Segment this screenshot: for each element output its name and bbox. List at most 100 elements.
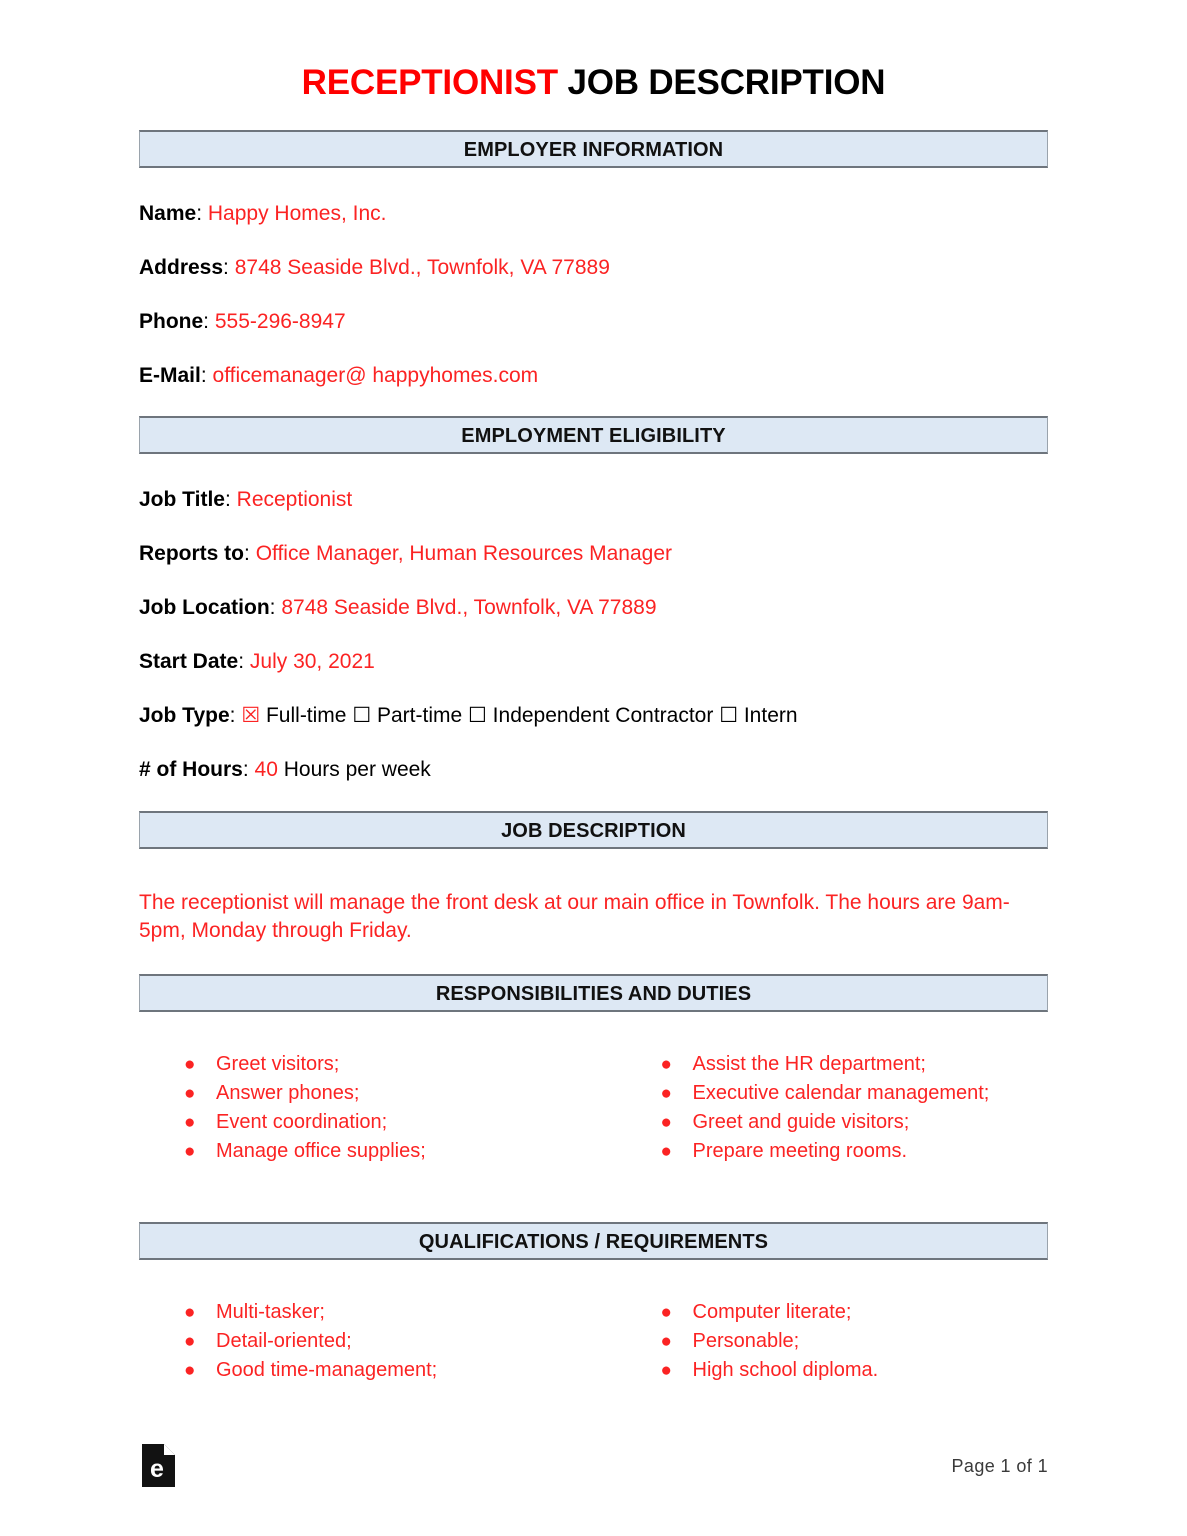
qualification-item-text: High school diploma. — [692, 1359, 879, 1382]
bullet-icon: ● — [184, 1112, 196, 1134]
colon: : — [203, 310, 210, 333]
field-hours: # of Hours: 40 Hours per week — [139, 758, 1048, 782]
job-type-checkbox-part-time[interactable]: ☐ — [352, 704, 371, 727]
document-page: RECEPTIONIST JOB DESCRIPTION EMPLOYER IN… — [0, 0, 1187, 1536]
responsibility-item-text: Prepare meeting rooms. — [692, 1140, 908, 1163]
bullet-icon: ● — [660, 1054, 672, 1076]
qualification-item: ● Detail-oriented; — [184, 1327, 594, 1356]
bullet-icon: ● — [184, 1083, 196, 1105]
bullet-icon: ● — [184, 1302, 196, 1324]
responsibility-item-text: Manage office supplies; — [216, 1140, 426, 1163]
responsibility-item: ● Manage office supplies; — [184, 1137, 594, 1166]
bullet-icon: ● — [184, 1054, 196, 1076]
job-type-option-group: ☒ Full-time ☐ Part-time ☐ Independent Co… — [241, 704, 797, 727]
field-hours-suffix: Hours per week — [283, 758, 431, 781]
section-header-qualifications: QUALIFICATIONS / REQUIREMENTS — [139, 1222, 1048, 1261]
qualifications-left-list: ● Multi-tasker; ● Detail-oriented; ● Good tim… — [139, 1298, 594, 1385]
qualifications-columns: ● Multi-tasker; ● Detail-oriented; ● Good tim… — [139, 1298, 1048, 1385]
responsibility-item: ● Answer phones; — [184, 1079, 594, 1108]
field-email: E-Mail: officemanager@ happyhomes.com — [139, 364, 1048, 388]
bullet-icon: ● — [660, 1360, 672, 1382]
page-footer: e Page 1 of 1 — [139, 1444, 1048, 1494]
bullet-icon: ● — [660, 1331, 672, 1353]
responsibility-item-text: Event coordination; — [216, 1111, 388, 1134]
colon: : — [269, 596, 276, 619]
bullet-icon: ● — [184, 1360, 196, 1382]
bullet-icon: ● — [660, 1302, 672, 1324]
responsibility-item: ● Greet and guide visitors; — [661, 1108, 1049, 1137]
responsibility-item-text: Greet visitors; — [216, 1053, 340, 1076]
field-reports-to-value: Office Manager, Human Resources Manager — [255, 542, 673, 565]
field-hours-label: # of Hours — [139, 758, 243, 781]
responsibility-item-text: Assist the HR department; — [692, 1053, 926, 1076]
bullet-icon: ● — [184, 1141, 196, 1163]
job-type-checkbox-intern[interactable]: ☐ — [719, 704, 738, 727]
field-hours-value: 40 — [254, 758, 278, 781]
responsibility-item-text: Answer phones; — [216, 1082, 360, 1105]
field-name: Name: Happy Homes, Inc. — [139, 202, 1048, 226]
job-type-checkbox-full-time[interactable]: ☒ — [241, 704, 260, 727]
colon: : — [238, 650, 245, 673]
colon: : — [200, 364, 207, 387]
field-job-location-value: 8748 Seaside Blvd., Townfolk, VA 77889 — [281, 596, 657, 619]
bullet-icon: ● — [660, 1083, 672, 1105]
qualification-item: ● Personable; — [661, 1327, 1049, 1356]
field-address-label: Address — [139, 256, 224, 279]
field-job-type-label: Job Type — [139, 704, 230, 727]
job-description-text: The receptionist will manage the front d… — [139, 891, 1010, 942]
qualification-item-text: Detail-oriented; — [216, 1330, 352, 1353]
qualification-item: ● Good time-management; — [184, 1356, 594, 1385]
field-address-value: 8748 Seaside Blvd., Townfolk, VA 77889 — [234, 256, 610, 279]
field-name-label: Name — [139, 202, 197, 225]
job-type-checkbox-independent-contractor[interactable]: ☐ — [468, 704, 487, 727]
qualification-item-text: Computer literate; — [692, 1301, 852, 1324]
job-type-label-part-time: Part-time — [371, 704, 463, 727]
field-job-title-label: Job Title — [139, 488, 225, 511]
field-start-date: Start Date: July 30, 2021 — [139, 650, 1048, 674]
responsibilities-right-list: ● Assist the HR department; ● Executive cal… — [594, 1050, 1049, 1166]
responsibility-item-text: Greet and guide visitors; — [692, 1111, 910, 1134]
field-job-location: Job Location: 8748 Seaside Blvd., Townfo… — [139, 596, 1048, 620]
field-reports-to: Reports to: Office Manager, Human Resour… — [139, 542, 1048, 566]
field-email-label: E-Mail — [139, 364, 201, 387]
field-reports-to-label: Reports to — [139, 542, 244, 565]
svg-text:e: e — [150, 1455, 164, 1483]
field-job-location-label: Job Location — [139, 596, 270, 619]
page-title: RECEPTIONIST JOB DESCRIPTION — [139, 0, 1048, 103]
colon: : — [196, 202, 203, 225]
job-type-label-intern: Intern — [738, 704, 798, 727]
colon: : — [242, 758, 249, 781]
responsibility-item: ● Prepare meeting rooms. — [661, 1137, 1049, 1166]
field-address: Address: 8748 Seaside Blvd., Townfolk, V… — [139, 256, 1048, 280]
section-header-responsibilities: RESPONSIBILITIES AND DUTIES — [139, 974, 1048, 1013]
page-title-highlight: RECEPTIONIST — [301, 63, 558, 102]
field-job-type: Job Type: ☒ Full-time ☐ Part-time ☐ Inde… — [139, 704, 1048, 728]
section-header-employment-eligibility: EMPLOYMENT ELIGIBILITY — [139, 416, 1048, 454]
responsibility-item: ● Greet visitors; — [184, 1050, 594, 1079]
field-email-value: officemanager@ happyhomes.com — [212, 364, 539, 387]
responsibility-item: ● Executive calendar management; — [661, 1079, 1049, 1108]
page-title-rest: JOB DESCRIPTION — [557, 63, 886, 102]
colon: : — [229, 704, 236, 727]
qualifications-right-list: ● Computer literate; ● Personable; ● High sch… — [594, 1298, 1049, 1385]
qualification-item: ● Computer literate; — [661, 1298, 1049, 1327]
bullet-icon: ● — [184, 1331, 196, 1353]
responsibilities-columns: ● Greet visitors; ● Answer phones; ● Event co… — [139, 1050, 1048, 1166]
bullet-icon: ● — [660, 1141, 672, 1163]
job-type-label-independent-contractor: Independent Contractor — [486, 704, 714, 727]
qualification-item-text: Personable; — [692, 1330, 800, 1353]
job-type-label-full-time: Full-time — [260, 704, 347, 727]
section-header-employer-information: EMPLOYER INFORMATION — [139, 130, 1048, 168]
